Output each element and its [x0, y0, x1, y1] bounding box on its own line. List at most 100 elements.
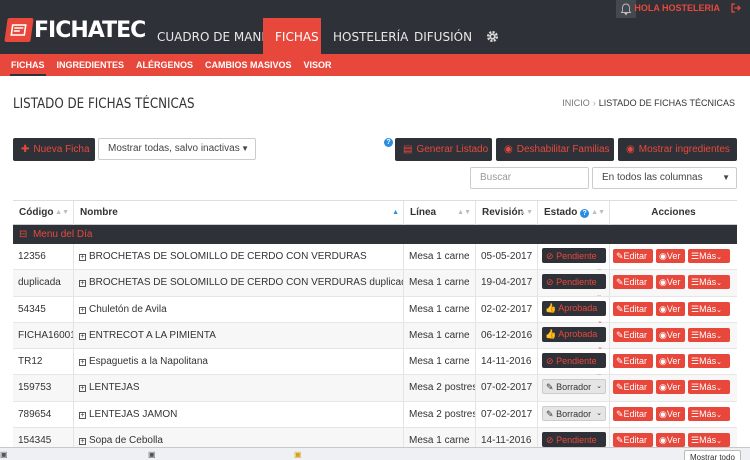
cell-name[interactable]: + Chuletón de Avila [73, 296, 403, 323]
cell-line: Mesa 1 carne [403, 349, 475, 376]
more-button[interactable]: ☰Más⌄ [688, 406, 730, 421]
more-button[interactable]: ☰Más⌄ [688, 433, 730, 448]
header-line[interactable]: Línea ▲▼ [403, 201, 475, 225]
state-dropdown[interactable]: ⊘ Pendiente⌄ [542, 274, 606, 296]
view-button[interactable]: ◉Ver [656, 433, 685, 448]
expand-icon[interactable]: + [79, 359, 86, 367]
edit-label: Editar [623, 356, 648, 367]
subnav-fichas[interactable]: FICHAS [5, 54, 51, 76]
column-scope-select[interactable]: En todos las columnas ▼ [592, 167, 737, 189]
table-row[interactable]: 789654 + LENTEJAS JAMON Mesa 2 postres 07-02… [13, 401, 737, 429]
cell-name[interactable]: + Espaguetis a la Napolitana [73, 349, 403, 376]
expand-icon[interactable]: + [79, 385, 86, 393]
disable-families-button[interactable]: ◉ Deshabilitar Familias [496, 138, 614, 161]
breadcrumb-home[interactable]: INICIO [562, 98, 590, 108]
state-dropdown[interactable]: 👍 Aprobada ⌄ [542, 300, 606, 323]
view-button[interactable]: ◉Ver [656, 301, 685, 316]
table-row[interactable]: 54345 + Chuletón de Avila Mesa 1 carne 02-02… [13, 296, 737, 323]
state-dropdown[interactable]: 👍 Aprobada ⌄ [542, 326, 606, 349]
help-icon[interactable]: ? [384, 138, 393, 147]
search-input[interactable]: Buscar [470, 167, 589, 189]
expand-icon[interactable]: + [79, 306, 86, 314]
cell-actions: ✎Editar ◉Ver ☰Más⌄ [609, 244, 737, 270]
view-button[interactable]: ◉Ver [656, 354, 685, 369]
cell-name[interactable]: + LENTEJAS JAMON [73, 401, 403, 428]
header-state[interactable]: Estado ? ▲▼ [537, 201, 609, 225]
more-button[interactable]: ☰Más⌄ [688, 380, 730, 395]
download-item-icon[interactable]: ▣ [294, 450, 302, 459]
state-dropdown[interactable]: ✎ Borrador ⌄ [542, 379, 606, 395]
table-row[interactable]: TR12 + Espaguetis a la Napolitana Mesa 1 ca… [13, 349, 737, 376]
view-button[interactable]: ◉Ver [656, 275, 685, 290]
state-icon: 👍 [545, 328, 557, 339]
table-row[interactable]: duplicada + BROCHETAS DE SOLOMILLO DE CERD… [13, 270, 737, 297]
table-row[interactable]: FICHA16001 + ENTRECOT A LA PIMIENTA Mesa 1 … [13, 322, 737, 350]
more-button[interactable]: ☰Más⌄ [688, 249, 730, 263]
expand-icon[interactable]: + [79, 411, 86, 419]
table-row[interactable]: 12356 + BROCHETAS DE SOLOMILLO DE CERDO CO… [13, 244, 737, 271]
table-row[interactable]: 159753 + LENTEJAS Mesa 2 postres 07-02-2017 ✎… [13, 375, 737, 402]
state-dropdown[interactable]: ⊘ Pendiente⌄ [542, 353, 606, 375]
edit-button[interactable]: ✎Editar [613, 301, 653, 316]
state-icon: ✎ [546, 408, 554, 419]
expand-icon[interactable]: + [79, 280, 86, 288]
user-greeting[interactable]: HOLA HOSTELERIA [634, 3, 720, 13]
expand-icon[interactable]: + [79, 332, 86, 340]
view-button[interactable]: ◉Ver [656, 380, 685, 395]
more-button[interactable]: ☰Más⌄ [688, 327, 730, 342]
subnav-visor[interactable]: VISOR [298, 54, 338, 76]
state-dropdown[interactable]: ✎ Borrador ⌄ [542, 405, 606, 421]
more-button[interactable]: ☰Más⌄ [688, 354, 730, 369]
nav-cuadro-de-mando[interactable]: CUADRO DE MANDO [145, 18, 280, 54]
more-button[interactable]: ☰Más⌄ [688, 301, 730, 316]
nav-difusion[interactable]: DIFUSIÓN [402, 18, 474, 54]
nav-fichas[interactable]: FICHAS [263, 18, 321, 54]
nav-settings[interactable] [474, 18, 514, 54]
view-button[interactable]: ◉Ver [656, 406, 685, 421]
header-name[interactable]: Nombre ▲ [73, 201, 403, 225]
view-label: Ver [666, 329, 681, 340]
header-revision[interactable]: Revisión ▲▼ [475, 201, 537, 225]
logo[interactable]: FICHATEC [0, 0, 146, 54]
notifications-bell-icon[interactable] [616, 0, 636, 18]
show-ingredients-button[interactable]: ◉ Mostrar ingredientes [618, 138, 737, 161]
expand-icon[interactable]: + [79, 254, 86, 261]
edit-button[interactable]: ✎Editar [613, 406, 653, 421]
state-dropdown[interactable]: ⊘ Pendiente⌄ [542, 432, 606, 454]
download-item-icon[interactable]: ▣ [148, 450, 156, 459]
nav-hosteleria[interactable]: HOSTELERÍA [321, 18, 408, 54]
logout-icon[interactable] [731, 3, 741, 16]
cell-name-text: Sopa de Cebolla [89, 435, 163, 447]
edit-button[interactable]: ✎Editar [613, 275, 653, 290]
cell-name[interactable]: + LENTEJAS [73, 375, 403, 402]
state-help-icon[interactable]: ? [580, 209, 590, 218]
download-item-icon[interactable]: ▣ [0, 450, 8, 459]
expand-icon[interactable]: + [79, 438, 86, 446]
cell-name[interactable]: + BROCHETAS DE SOLOMILLO DE CERDO CON VER… [73, 244, 403, 270]
subnav-cambios-masivos[interactable]: CAMBIOS MASIVOS [199, 54, 298, 76]
state-label: Pendiente [556, 277, 597, 288]
edit-label: Editar [623, 408, 648, 419]
edit-button[interactable]: ✎Editar [613, 433, 653, 448]
new-ficha-button[interactable]: ✚ Nueva Ficha [13, 138, 95, 161]
cell-line: Mesa 1 carne [403, 244, 475, 270]
more-button[interactable]: ☰Más⌄ [688, 275, 730, 290]
view-button[interactable]: ◉Ver [656, 249, 685, 263]
view-button[interactable]: ◉Ver [656, 327, 685, 342]
pencil-icon: ✎ [616, 251, 624, 261]
filter-select[interactable]: Mostrar todas, salvo inactivas ▼ [98, 138, 256, 160]
generate-list-button[interactable]: ▤ Generar Listado [395, 138, 492, 161]
subnav-alergenos[interactable]: ALÉRGENOS [130, 54, 199, 76]
edit-button[interactable]: ✎Editar [613, 380, 653, 395]
edit-button[interactable]: ✎Editar [613, 249, 653, 263]
edit-button[interactable]: ✎Editar [613, 354, 653, 369]
header-code[interactable]: Código ▲▼ [13, 201, 73, 225]
pencil-icon: ✎ [616, 382, 624, 393]
edit-button[interactable]: ✎Editar [613, 327, 653, 342]
show-all-downloads-button[interactable]: Mostrar todo [684, 450, 741, 460]
cell-name[interactable]: + BROCHETAS DE SOLOMILLO DE CERDO CON VER… [73, 270, 403, 297]
subnav-ingredientes[interactable]: INGREDIENTES [51, 54, 131, 76]
cell-name[interactable]: + ENTRECOT A LA PIMIENTA [73, 322, 403, 349]
state-dropdown[interactable]: ⊘ Pendiente⌄ [542, 248, 606, 270]
group-row[interactable]: ⊟ Menu del Día [13, 225, 737, 244]
